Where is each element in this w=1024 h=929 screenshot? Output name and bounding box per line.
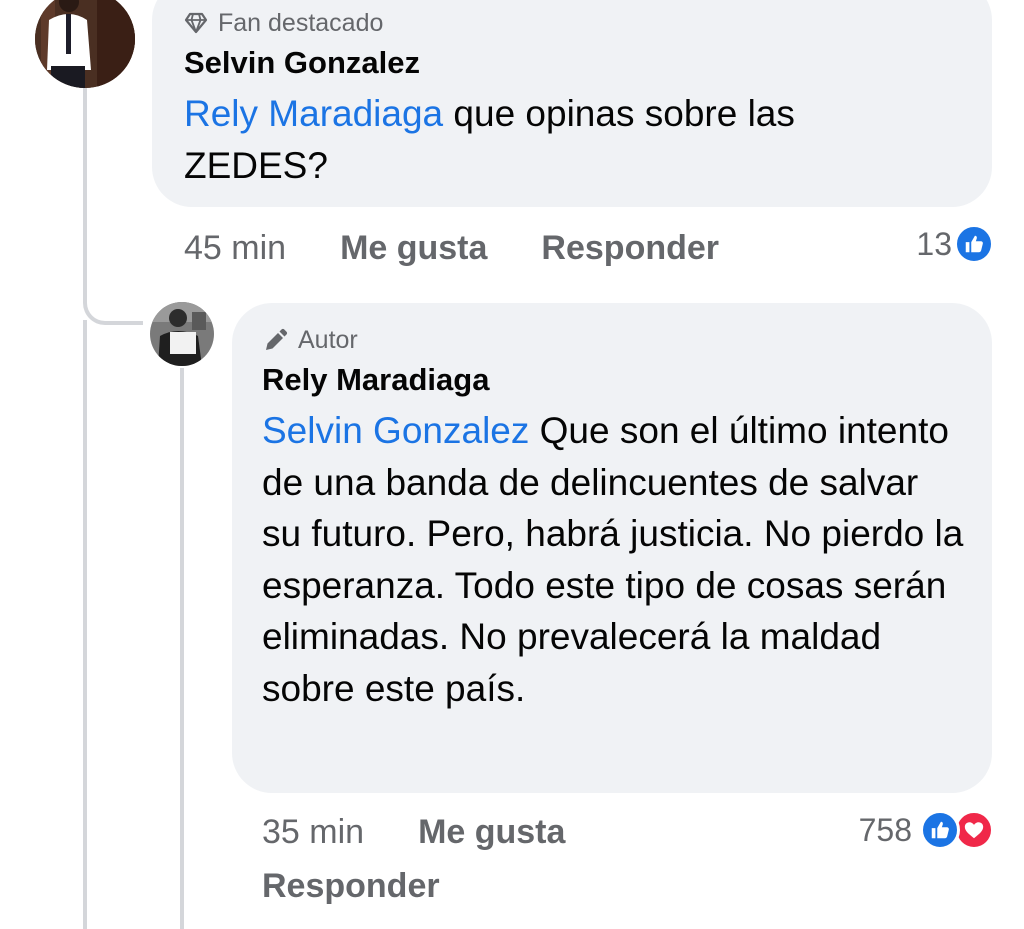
reply-button[interactable]: Responder (541, 229, 719, 268)
avatar[interactable] (35, 0, 135, 88)
mention-link[interactable]: Selvin Gonzalez (262, 410, 529, 451)
badge-row: Autor (262, 325, 962, 355)
reaction-summary[interactable]: 758 (859, 808, 994, 852)
diamond-icon (184, 12, 208, 34)
comment-text: Selvin Gonzalez Que son el último intent… (262, 405, 967, 714)
reply-button[interactable]: Responder (262, 867, 440, 906)
reply-connector (83, 255, 143, 325)
like-button[interactable]: Me gusta (418, 813, 565, 852)
comment-body: Que son el último intento de una banda d… (262, 410, 964, 709)
like-icon (954, 224, 994, 264)
comment-text: Rely Maradiaga que opinas sobre las ZEDE… (184, 88, 884, 191)
reply-thread-line (180, 368, 184, 929)
avatar[interactable] (150, 302, 214, 366)
comment-author[interactable]: Selvin Gonzalez (184, 44, 960, 82)
comment-actions-secondary: Responder (262, 864, 440, 908)
love-icon (954, 810, 994, 850)
comment-actions: 45 min Me gusta Responder (184, 226, 719, 270)
like-icon (920, 810, 960, 850)
badge-label: Fan destacado (218, 8, 384, 37)
pencil-icon (266, 328, 288, 350)
mention-link[interactable]: Rely Maradiaga (184, 93, 443, 134)
avatar-photo (35, 0, 135, 88)
comment-bubble: Autor Rely Maradiaga Selvin Gonzalez Que… (232, 303, 992, 793)
reaction-count: 13 (916, 225, 952, 262)
reaction-count: 758 (858, 811, 912, 848)
reaction-summary[interactable]: 13 (916, 222, 994, 266)
avatar-photo (150, 302, 214, 366)
badge-row: Fan destacado (184, 8, 960, 38)
comment-actions: 35 min Me gusta (262, 810, 565, 854)
like-button[interactable]: Me gusta (340, 229, 487, 268)
comment-time: 45 min (184, 228, 287, 267)
badge-label: Autor (298, 325, 358, 354)
comment-bubble: Fan destacado Selvin Gonzalez Rely Marad… (152, 0, 992, 207)
comment-author[interactable]: Rely Maradiaga (262, 361, 962, 399)
thread-line-continued (83, 320, 87, 929)
comment-time: 35 min (262, 812, 365, 851)
